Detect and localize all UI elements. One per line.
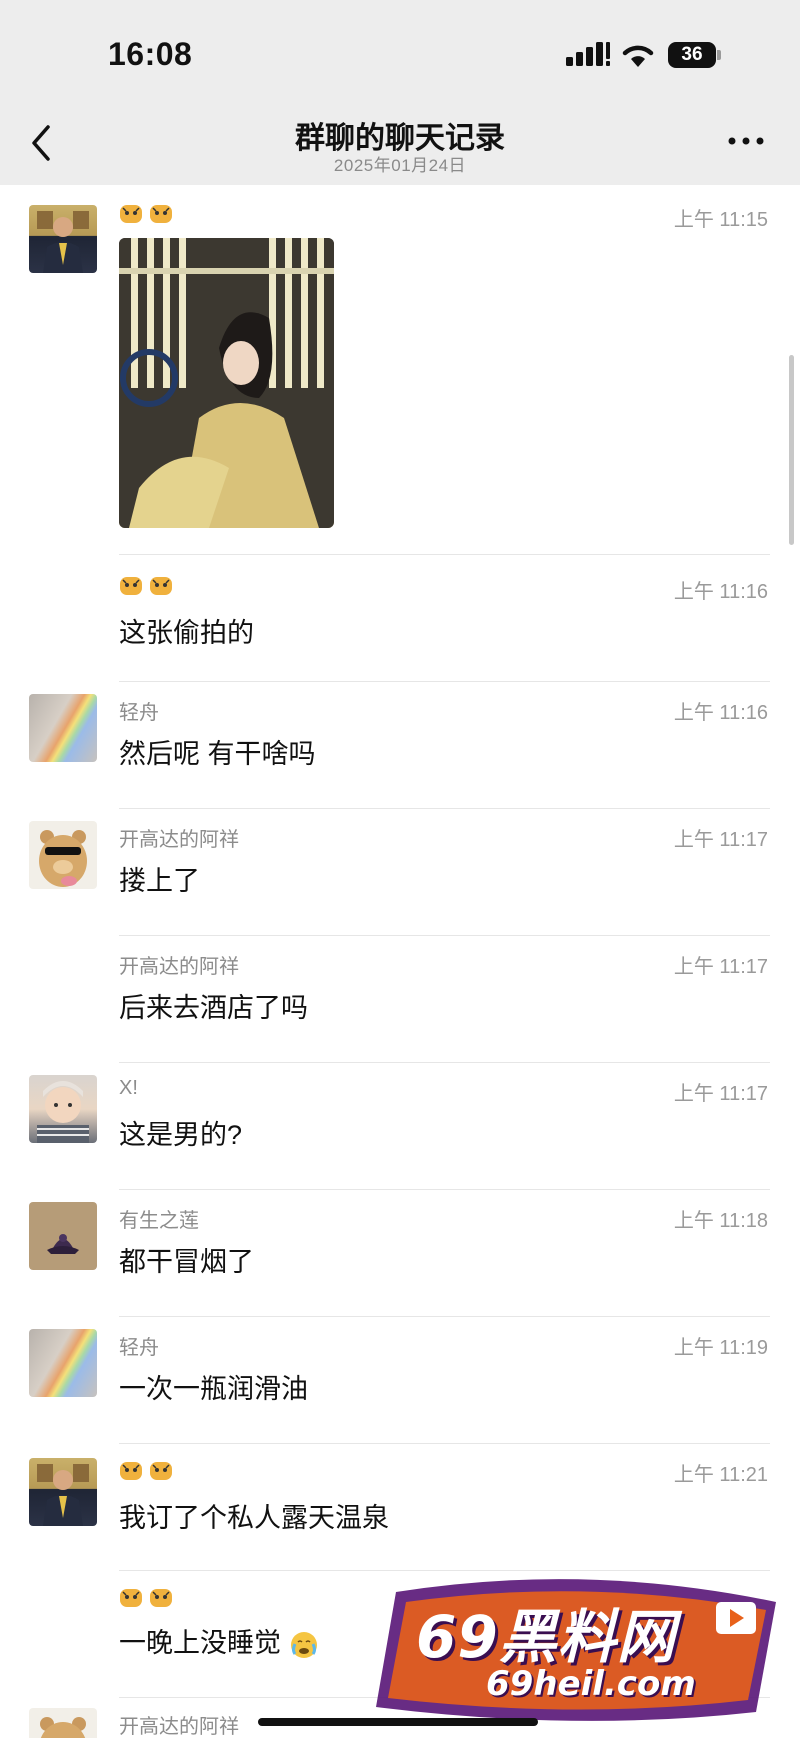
sender-name: 轻舟	[119, 1337, 159, 1359]
sender-name	[119, 201, 179, 224]
tiger-emoji-icon	[150, 576, 172, 595]
message-time: 上午 11:15	[673, 209, 768, 231]
play-icon	[716, 1602, 756, 1634]
tiger-emoji-icon	[120, 576, 142, 595]
message-photo[interactable]	[119, 238, 334, 528]
message-time: 上午 11:21	[673, 1464, 768, 1486]
message-time: 上午 11:17	[673, 829, 768, 851]
message-time: 上午 11:19	[673, 1337, 768, 1359]
avatar-portrait-icon	[37, 1464, 89, 1526]
bear-avatar-icon	[39, 830, 87, 887]
more-icon[interactable]	[726, 131, 766, 151]
avatar[interactable]	[29, 1708, 97, 1738]
sender-name: 有生之莲	[119, 1210, 199, 1232]
avatar[interactable]	[29, 1458, 97, 1526]
sender-name: 开高达的阿祥	[119, 1716, 239, 1738]
battery-icon: 36	[668, 42, 722, 68]
crying-emoji-icon	[290, 1631, 317, 1658]
message-text: 然后呢 有干啥吗	[119, 739, 316, 769]
wifi-icon	[622, 45, 654, 67]
message-item: 轻舟 上午 11:19 一次一瓶润滑油	[0, 1317, 800, 1444]
tiger-emoji-icon	[120, 1588, 142, 1607]
watermark-url: 69heil.com	[486, 1664, 696, 1704]
avatar[interactable]	[29, 821, 97, 889]
message-time: 上午 11:16	[673, 702, 768, 724]
message-item: 开高达的阿祥 上午 11:17 搂上了	[0, 809, 800, 936]
tiger-emoji-icon	[120, 204, 142, 223]
child-avatar-icon	[37, 1081, 89, 1143]
message-text: 这张偷拍的	[119, 618, 254, 648]
message-text: 这是男的?	[119, 1120, 243, 1150]
home-indicator[interactable]	[258, 1718, 538, 1726]
nav-bar: 群聊的聊天记录 2025年01月24日	[0, 95, 800, 185]
tiger-emoji-icon	[150, 1588, 172, 1607]
avatar-portrait-icon	[37, 211, 89, 273]
message-time: 上午 11:17	[673, 1083, 768, 1105]
watermark-logo: 69黑料网 69heil.com	[376, 1572, 786, 1722]
tiger-emoji-icon	[120, 1461, 142, 1480]
avatar[interactable]	[29, 1202, 97, 1270]
status-bar: 16:08 36	[0, 0, 800, 95]
message-text: 后来去酒店了吗	[119, 993, 308, 1023]
message-text: 都干冒烟了	[119, 1247, 254, 1277]
tiger-emoji-icon	[150, 204, 172, 223]
message-text: 一次一瓶润滑油	[119, 1374, 308, 1404]
message-text: 我订了个私人露天温泉	[119, 1503, 389, 1533]
battery-level: 36	[681, 44, 703, 65]
signal-icon	[566, 42, 610, 66]
message-time: 上午 11:16	[673, 581, 768, 603]
sender-name	[119, 1458, 179, 1481]
photo-image	[119, 238, 334, 528]
message-item: 上午 11:21 我订了个私人露天温泉	[0, 1444, 800, 1571]
message-item: X! 上午 11:17 这是男的?	[0, 1063, 800, 1190]
message-item: 有生之莲 上午 11:18 都干冒烟了	[0, 1190, 800, 1317]
avatar[interactable]	[29, 205, 97, 273]
sender-name	[119, 1585, 179, 1608]
scrollbar[interactable]	[789, 355, 794, 545]
message-text: 搂上了	[119, 866, 200, 896]
sender-name: 开高达的阿祥	[119, 829, 239, 851]
avatar[interactable]	[29, 1075, 97, 1143]
message-item: 上午 11:15	[0, 185, 800, 555]
message-text-content: 一晚上没睡觉	[119, 1628, 281, 1658]
lotus-avatar-icon	[47, 1234, 79, 1254]
message-text: 一晚上没睡觉	[119, 1621, 319, 1660]
watermark-brand: 69黑料网	[416, 1603, 676, 1671]
sender-name: X!	[119, 1077, 138, 1099]
message-time: 上午 11:18	[673, 1210, 768, 1232]
sender-name: 轻舟	[119, 702, 159, 724]
message-item: 上午 11:16 这张偷拍的	[0, 555, 800, 682]
page-subtitle: 2025年01月24日	[333, 156, 467, 175]
status-time: 16:08	[108, 36, 193, 72]
message-item: 轻舟 上午 11:16 然后呢 有干啥吗	[0, 682, 800, 809]
message-time: 上午 11:17	[673, 956, 768, 978]
bear-avatar-icon	[40, 1717, 86, 1738]
sender-name: 开高达的阿祥	[119, 956, 239, 978]
message-item: 开高达的阿祥 上午 11:17 后来去酒店了吗	[0, 936, 800, 1063]
tiger-emoji-icon	[150, 1461, 172, 1480]
avatar[interactable]	[29, 694, 97, 762]
avatar[interactable]	[29, 1329, 97, 1397]
sender-name	[119, 573, 179, 596]
